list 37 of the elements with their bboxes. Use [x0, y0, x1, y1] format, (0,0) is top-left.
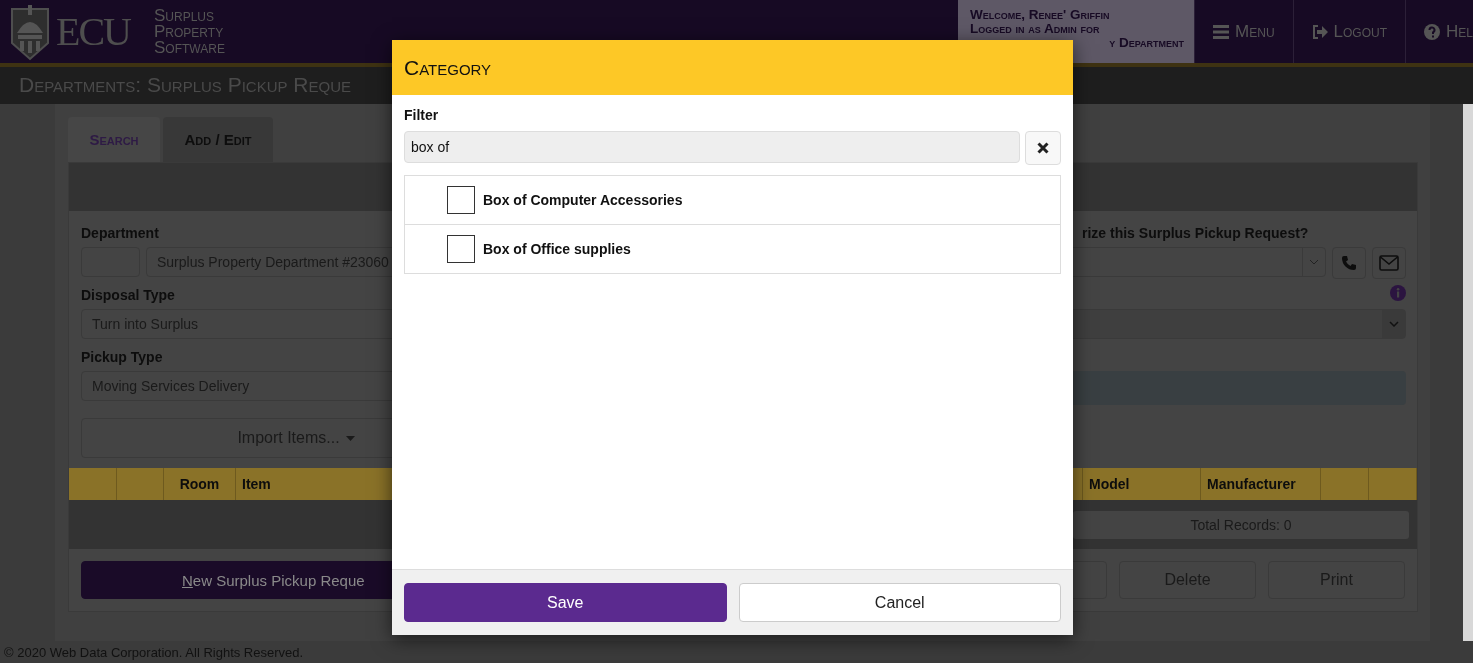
chevron-down-icon: [1389, 321, 1399, 327]
app-name: Software: [154, 39, 225, 56]
app-name: Surplus: [154, 7, 216, 24]
field-label: Filter: [404, 107, 440, 123]
save-button[interactable]: Save: [404, 583, 727, 622]
category-option[interactable]: Box of Office supplies: [483, 241, 631, 257]
logo-text: ECU: [56, 8, 130, 55]
nav-link[interactable]: Menu: [1194, 0, 1293, 63]
caret-icon: [345, 435, 355, 441]
dome-emblem-icon: [11, 4, 49, 60]
app-name: Property: [154, 23, 225, 40]
nav-link[interactable]: Logout: [1292, 0, 1406, 63]
field-label: Disposal Type: [81, 286, 176, 305]
clear-button[interactable]: [1025, 131, 1061, 165]
email-button[interactable]: [1372, 247, 1406, 279]
chevron-down-icon: [1309, 259, 1319, 265]
phone-button[interactable]: [1332, 247, 1366, 279]
envelope-icon: [1379, 255, 1399, 271]
welcome-text: Welcome, Renee' Griffin: [970, 8, 1111, 22]
menu-icon: [1213, 24, 1230, 39]
checkbox[interactable]: [447, 235, 475, 263]
help-icon: [1424, 23, 1441, 40]
field-label: Pickup Type: [81, 348, 164, 367]
scrollbar[interactable]: [1463, 104, 1473, 641]
welcome-text: y Department: [1109, 36, 1186, 50]
cancel-button[interactable]: Cancel: [738, 583, 1061, 622]
nav-link[interactable]: Hel: [1405, 0, 1473, 63]
filter-field[interactable]: box of: [404, 131, 1020, 163]
logout-icon: [1311, 24, 1328, 39]
info-icon[interactable]: [1390, 285, 1406, 301]
checkbox[interactable]: [447, 186, 475, 214]
dialog-title: Category: [404, 55, 492, 80]
category-option[interactable]: Box of Computer Accessories: [483, 192, 683, 208]
welcome-text: Logged in as Admin for: [970, 22, 1101, 36]
field-label: Department: [81, 224, 160, 243]
phone-icon: [1341, 255, 1357, 271]
close-icon: [1037, 142, 1049, 154]
